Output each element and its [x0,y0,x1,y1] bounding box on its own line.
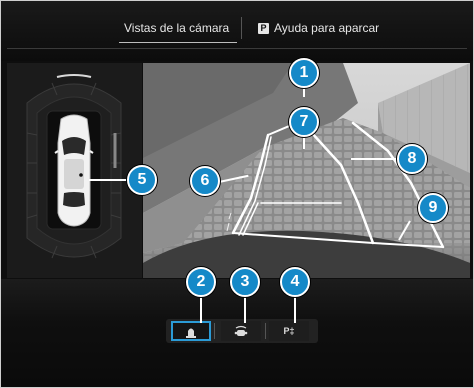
callout-leader-3 [244,293,246,323]
active-tab-underline [119,42,237,43]
callout-7: 7 [289,107,319,137]
camera-screen: Vistas de la cámara P Ayuda para aparcar [0,0,474,388]
callout-2: 2 [186,267,216,297]
car-top-icon [54,114,94,227]
top-down-view-panel [7,63,142,278]
callout-8: 8 [397,144,427,174]
top-down-view [7,63,142,278]
car-top-view-icon [186,328,196,338]
top-bar: Vistas de la cámara P Ayuda para aparcar [1,1,473,61]
callout-leader-7 [303,135,305,149]
callout-leader-5 [89,179,129,181]
button-divider [214,323,215,339]
parking-assist-button[interactable]: P‡ [269,321,309,341]
callout-leader-2 [200,293,202,323]
tab-parking-assist[interactable]: Ayuda para aparcar [274,21,379,35]
tab-divider [241,17,242,39]
callout-5: 5 [127,165,157,195]
callout-leader-8 [351,158,399,160]
callout-9: 9 [418,193,448,223]
car-front-view-icon [234,325,248,336]
callout-3: 3 [230,267,260,297]
top-view-button[interactable] [171,321,211,341]
callout-1: 1 [289,58,319,88]
callout-4: 4 [280,267,310,297]
button-divider [265,323,266,339]
parking-p-icon: P [258,23,269,34]
front-view-button[interactable] [221,321,261,341]
callout-6: 6 [190,166,220,196]
header-divider [7,48,467,49]
parking-assist-icon: P‡ [283,326,295,336]
tab-camera-views[interactable]: Vistas de la cámara [124,21,229,35]
callout-leader-4 [294,293,296,323]
